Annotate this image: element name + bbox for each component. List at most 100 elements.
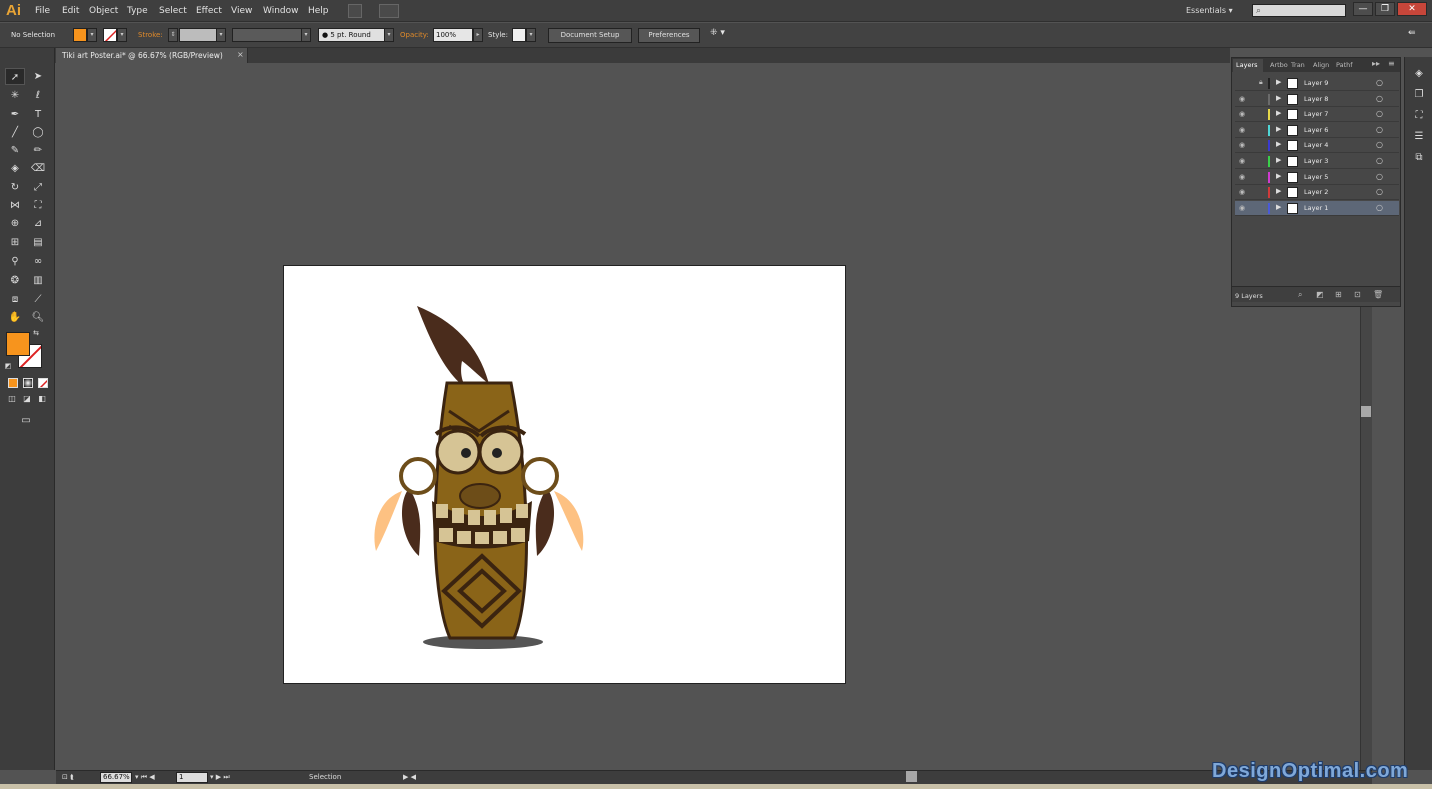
hand-tool-icon[interactable]: ✋: [5, 309, 25, 326]
menu-help[interactable]: Help: [308, 6, 329, 16]
status-arrows-icon[interactable]: ▶ ◀: [403, 773, 416, 781]
profile-dropdown[interactable]: ▾: [301, 28, 311, 42]
artboard-nav-icons[interactable]: ▾ ▶ ⏭: [210, 773, 230, 782]
target-icon[interactable]: ○: [1376, 125, 1383, 134]
lock-icon[interactable]: 🔒︎: [1259, 78, 1263, 87]
draw-inside-icon[interactable]: ◧: [35, 393, 49, 405]
column-graph-tool-icon[interactable]: ▥: [28, 272, 48, 289]
visibility-eye-icon[interactable]: ◉: [1239, 204, 1245, 212]
visibility-eye-icon[interactable]: ◉: [1239, 157, 1245, 165]
zoom-field[interactable]: 66.67%: [100, 772, 132, 783]
status-icons[interactable]: ⊡ ⮬: [62, 773, 74, 782]
tiki-illustration[interactable]: [284, 266, 847, 685]
pen-tool-icon[interactable]: ✒: [5, 106, 25, 123]
zoom-dropdown-icon[interactable]: ▾ ⏮ ◀: [135, 773, 155, 782]
visibility-eye-icon[interactable]: ◉: [1239, 188, 1245, 196]
rotate-tool-icon[interactable]: ↻: [5, 179, 25, 196]
tab-overflow-icon[interactable]: ▸▸: [1372, 59, 1380, 68]
new-layer-icon[interactable]: ⊡: [1354, 290, 1361, 299]
eraser-tool-icon[interactable]: ⌫: [28, 160, 48, 177]
expand-arrow-icon[interactable]: ▶: [1276, 94, 1281, 102]
align-icon[interactable]: ☰: [1412, 130, 1426, 144]
draw-normal-icon[interactable]: ◫: [5, 393, 19, 405]
width-tool-icon[interactable]: ⋈: [5, 197, 25, 214]
locate-object-icon[interactable]: ⌕: [1298, 290, 1302, 300]
layer-row[interactable]: ◉ ▶ Layer 6 ○: [1235, 123, 1399, 138]
menu-type[interactable]: Type: [127, 6, 148, 16]
stroke-weight-field[interactable]: [179, 28, 217, 42]
stroke-weight-dropdown[interactable]: ▾: [216, 28, 226, 42]
stroke-weight-stepper[interactable]: ⇕: [168, 28, 178, 42]
brush-dropdown[interactable]: ▾: [384, 28, 394, 42]
artboard[interactable]: [283, 265, 846, 684]
target-icon[interactable]: ○: [1376, 172, 1383, 181]
menu-view[interactable]: View: [231, 6, 252, 16]
color-mode-icon[interactable]: [8, 378, 18, 388]
tab-transform[interactable]: Tran: [1291, 61, 1305, 69]
layer-row[interactable]: ◉ ▶ Layer 5 ○: [1235, 170, 1399, 185]
new-sublayer-icon[interactable]: ⊞: [1335, 290, 1342, 299]
menu-edit[interactable]: Edit: [62, 6, 79, 16]
minimize-button[interactable]: —: [1353, 2, 1373, 16]
blend-tool-icon[interactable]: ∞: [28, 253, 48, 270]
expand-arrow-icon[interactable]: ▶: [1276, 203, 1281, 211]
layer-row[interactable]: ◉ ▶ Layer 2 ○: [1235, 185, 1399, 201]
eyedropper-tool-icon[interactable]: ⚲: [5, 253, 25, 270]
menu-object[interactable]: Object: [89, 6, 118, 16]
panel-menu-icon[interactable]: ≡: [1388, 59, 1395, 68]
paintbrush-tool-icon[interactable]: ✎: [5, 142, 25, 159]
perspective-grid-tool-icon[interactable]: ⊿: [28, 215, 48, 232]
layer-name[interactable]: Layer 6: [1304, 126, 1328, 134]
delete-layer-icon[interactable]: 🗑︎: [1373, 290, 1383, 299]
layer-name[interactable]: Layer 7: [1304, 110, 1328, 118]
opacity-dropdown[interactable]: ▸: [473, 28, 483, 42]
scale-tool-icon[interactable]: ⤢: [28, 179, 48, 196]
layer-name[interactable]: Layer 3: [1304, 157, 1328, 165]
layer-row[interactable]: ◉ ▶ Layer 4 ○: [1235, 138, 1399, 154]
free-transform-tool-icon[interactable]: ⛶: [28, 197, 48, 214]
bridge-icon[interactable]: [348, 4, 362, 18]
blob-brush-tool-icon[interactable]: ◈: [5, 160, 25, 177]
layer-name[interactable]: Layer 1: [1304, 204, 1328, 212]
layer-name[interactable]: Layer 2: [1304, 188, 1328, 196]
vertical-scroll-thumb[interactable]: [1361, 406, 1371, 417]
gradient-tool-icon[interactable]: ▤: [28, 234, 48, 251]
symbol-sprayer-tool-icon[interactable]: ❂: [5, 272, 25, 289]
pathfinder-icon[interactable]: ⧉: [1412, 151, 1426, 165]
layer-row[interactable]: ◉ ▶ Layer 1 ○: [1235, 200, 1399, 216]
clipping-mask-icon[interactable]: ◩: [1316, 290, 1324, 299]
artboard-tool-icon[interactable]: ⧈: [5, 291, 25, 308]
arrange-documents-icon[interactable]: [379, 4, 399, 18]
expand-arrow-icon[interactable]: ▶: [1276, 140, 1281, 148]
graphic-style-swatch[interactable]: [512, 28, 526, 42]
direct-selection-tool-icon[interactable]: ➤: [28, 68, 48, 85]
layer-name[interactable]: Layer 4: [1304, 141, 1328, 149]
help-search-input[interactable]: ⌕: [1252, 4, 1346, 17]
tab-align[interactable]: Align: [1313, 61, 1329, 69]
panel-menu-icon[interactable]: ⇚: [1408, 28, 1416, 38]
artboard-number-field[interactable]: 1: [176, 772, 208, 783]
visibility-eye-icon[interactable]: ◉: [1239, 95, 1245, 103]
transform-icon[interactable]: ⛶: [1412, 109, 1426, 123]
expand-arrow-icon[interactable]: ▶: [1276, 109, 1281, 117]
menu-window[interactable]: Window: [263, 6, 299, 16]
pencil-tool-icon[interactable]: ✏: [28, 142, 48, 159]
target-icon[interactable]: ○: [1376, 109, 1383, 118]
expand-arrow-icon[interactable]: ▶: [1276, 125, 1281, 133]
layer-row[interactable]: ◉ ▶ Layer 8 ○: [1235, 92, 1399, 107]
preferences-button[interactable]: Preferences: [638, 28, 700, 43]
visibility-eye-icon[interactable]: ◉: [1239, 126, 1245, 134]
layer-row[interactable]: ◉ ▶ Layer 3 ○: [1235, 154, 1399, 169]
magic-wand-tool-icon[interactable]: ✳: [5, 87, 25, 104]
target-icon[interactable]: ○: [1376, 203, 1383, 212]
close-button[interactable]: ✕: [1397, 2, 1427, 16]
ellipse-tool-icon[interactable]: ◯: [28, 124, 48, 141]
type-tool-icon[interactable]: T: [28, 106, 48, 123]
screen-mode-icon[interactable]: ▭: [16, 412, 36, 429]
opacity-label[interactable]: Opacity:: [400, 31, 429, 39]
tab-pathfinder[interactable]: Pathf: [1336, 61, 1353, 69]
close-tab-icon[interactable]: ×: [237, 50, 244, 59]
line-tool-icon[interactable]: ╱: [5, 124, 25, 141]
fill-dropdown[interactable]: ▾: [87, 28, 97, 42]
target-icon[interactable]: ○: [1376, 156, 1383, 165]
